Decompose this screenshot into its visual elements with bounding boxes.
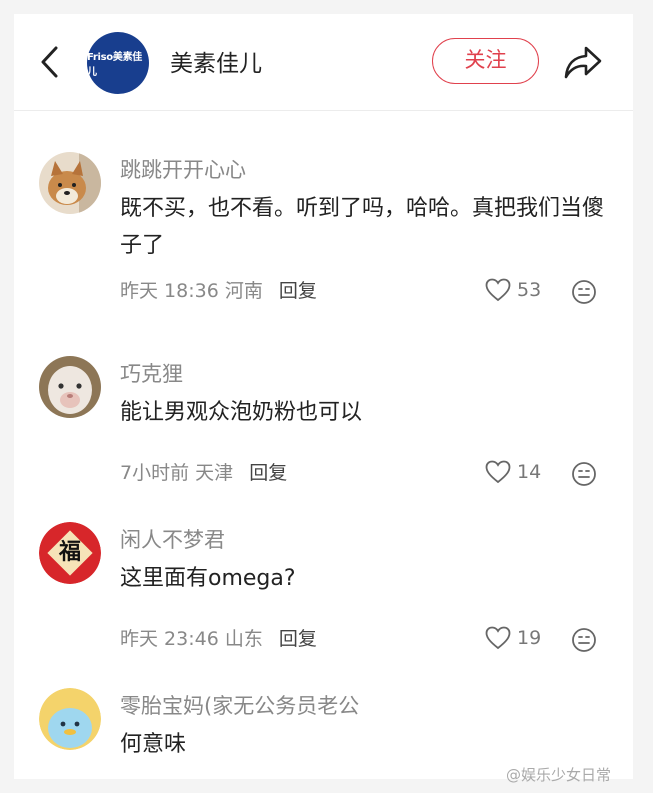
share-icon[interactable] — [562, 42, 604, 82]
emoji-reaction-icon[interactable] — [571, 279, 597, 305]
comments-card: Friso美素佳儿 美素佳儿 关注 跳跳开开心心 既不买，也不看。听到了吗，哈哈… — [14, 14, 633, 779]
comment-username[interactable]: 跳跳开开心心 — [120, 154, 246, 184]
comment-meta: 7小时前 天津 回复 — [120, 458, 287, 485]
top-bar: Friso美素佳儿 美素佳儿 关注 — [14, 14, 633, 111]
comment-username[interactable]: 零胎宝妈(家无公务员老公 — [120, 690, 359, 720]
comment-meta: 昨天 18:36 河南 回复 — [120, 276, 317, 303]
comment-username[interactable]: 闲人不梦君 — [120, 524, 225, 554]
like-count: 53 — [517, 279, 542, 301]
like-count: 14 — [517, 461, 542, 483]
watermark: @娱乐少女日常 — [506, 766, 612, 784]
reply-button[interactable]: 回复 — [279, 280, 317, 302]
avatar[interactable] — [39, 356, 101, 418]
like-count: 19 — [517, 627, 542, 649]
comment-time: 昨天 18:36 — [120, 280, 219, 302]
comment-time: 昨天 23:46 — [120, 628, 219, 650]
brand-logo-text: Friso美素佳儿 — [87, 52, 142, 78]
avatar[interactable] — [39, 688, 101, 750]
comment-meta: 昨天 23:46 山东 回复 — [120, 624, 317, 651]
heart-icon — [485, 460, 511, 484]
comment-text: 这里面有omega? — [120, 566, 296, 591]
like-button[interactable]: 14 — [485, 460, 541, 484]
avatar[interactable]: 福 — [39, 522, 101, 584]
fu-character: 福 — [58, 540, 81, 565]
follow-button[interactable]: 关注 — [432, 38, 539, 84]
back-arrow-icon[interactable] — [38, 44, 62, 80]
heart-icon — [485, 278, 511, 302]
comment-text: 能让男观众泡奶粉也可以 — [120, 400, 363, 425]
brand-avatar[interactable]: Friso美素佳儿 — [87, 32, 149, 94]
avatar[interactable] — [39, 152, 101, 214]
comment-location: 河南 — [224, 280, 263, 302]
comment-location: 山东 — [224, 628, 263, 650]
comment-text: 既不买，也不看。听到了吗，哈哈。真把我们当傻子了 — [120, 196, 605, 258]
emoji-reaction-icon[interactable] — [571, 627, 597, 653]
account-name[interactable]: 美素佳儿 — [170, 44, 262, 78]
heart-icon — [485, 626, 511, 650]
like-button[interactable]: 19 — [485, 626, 541, 650]
reply-button[interactable]: 回复 — [279, 628, 317, 650]
like-button[interactable]: 53 — [485, 278, 541, 302]
emoji-reaction-icon[interactable] — [571, 461, 597, 487]
reply-button[interactable]: 回复 — [249, 462, 287, 484]
comment-time: 7小时前 — [120, 462, 190, 484]
comment-text: 何意味 — [120, 732, 187, 757]
comment-location: 天津 — [195, 462, 234, 484]
comment-username[interactable]: 巧克狸 — [120, 358, 183, 388]
